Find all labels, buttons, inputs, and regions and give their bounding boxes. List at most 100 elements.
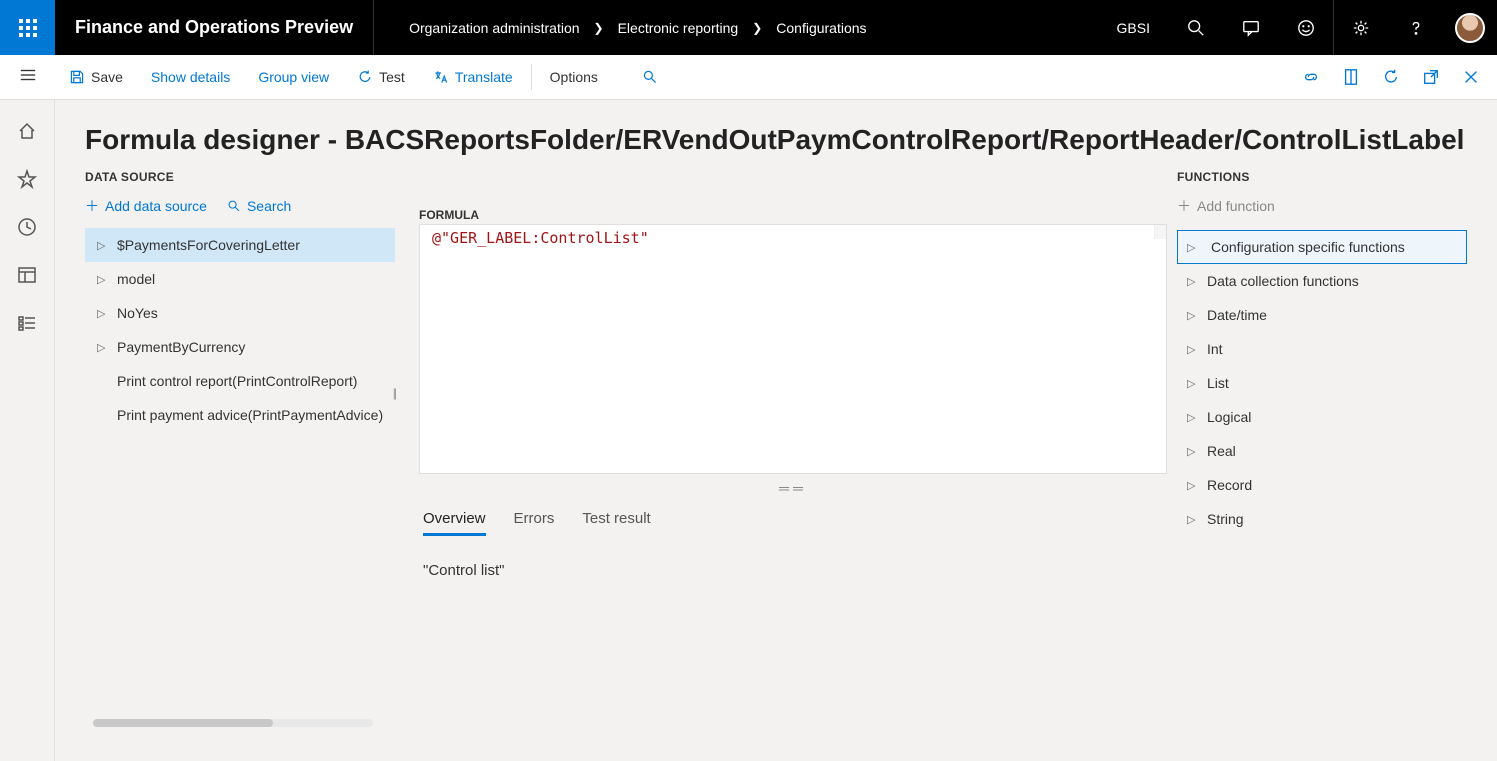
gear-icon	[1352, 19, 1370, 37]
group-view-button[interactable]: Group view	[244, 55, 343, 99]
formula-text: @"GER_LABEL:ControlList"	[420, 225, 1166, 251]
nav-toggle-button[interactable]	[19, 66, 37, 89]
page-title: Formula designer - BACSReportsFolder/ERV…	[85, 124, 1467, 156]
hamburger-icon	[19, 66, 37, 84]
user-avatar[interactable]	[1455, 13, 1485, 43]
chevron-right-icon: ▷	[1187, 343, 1197, 356]
modules-icon	[17, 313, 37, 333]
tree-item[interactable]: ▷model	[85, 262, 395, 296]
editor-gutter	[1154, 225, 1166, 239]
refresh-icon	[1382, 68, 1400, 86]
chevron-right-icon: ▷	[1187, 479, 1197, 492]
clock-icon	[17, 217, 37, 237]
horizontal-scrollbar[interactable]	[93, 719, 373, 727]
refresh-page-button[interactable]	[1371, 57, 1411, 97]
tree-item[interactable]: ▷Print payment advice(PrintPaymentAdvice…	[85, 398, 395, 432]
chevron-right-icon: ▷	[97, 307, 107, 320]
attach-button[interactable]	[1291, 57, 1331, 97]
save-label: Save	[91, 69, 123, 85]
tab-overview[interactable]: Overview	[423, 504, 486, 536]
test-button[interactable]: Test	[343, 55, 419, 99]
tree-item[interactable]: ▷$PaymentsForCoveringLetter	[85, 228, 395, 262]
workspace-icon	[17, 265, 37, 285]
search-data-source-button[interactable]: Search	[227, 196, 291, 216]
app-launcher-button[interactable]	[0, 0, 55, 55]
function-category[interactable]: ▷Data collection functions	[1177, 264, 1467, 298]
result-tabs: Overview Errors Test result	[419, 504, 1167, 536]
breadcrumb: Organization administration ❯ Electronic…	[374, 0, 866, 55]
tree-item[interactable]: ▷PaymentByCurrency	[85, 330, 395, 364]
breadcrumb-item[interactable]: Electronic reporting	[618, 20, 739, 36]
home-icon	[17, 121, 37, 141]
function-category[interactable]: ▷Date/time	[1177, 298, 1467, 332]
translate-button[interactable]: Translate	[419, 55, 527, 99]
chevron-right-icon: ▷	[97, 239, 107, 252]
company-label[interactable]: GBSI	[1099, 20, 1168, 36]
options-button[interactable]: Options	[536, 55, 612, 99]
data-source-panel: DATA SOURCE ＋ Add data source Search ▷$P…	[85, 166, 395, 733]
top-bar: Finance and Operations Preview Organizat…	[0, 0, 1497, 55]
page-button[interactable]	[1331, 57, 1371, 97]
add-data-source-button[interactable]: ＋ Add data source	[85, 196, 207, 216]
popout-button[interactable]	[1411, 57, 1451, 97]
star-icon	[17, 169, 37, 189]
search-button[interactable]	[1168, 0, 1223, 55]
page-icon	[1342, 68, 1360, 86]
messages-button[interactable]	[1223, 0, 1278, 55]
topbar-right: GBSI	[1099, 0, 1497, 55]
plus-icon: ＋	[1177, 196, 1191, 216]
function-category[interactable]: ▷Logical	[1177, 400, 1467, 434]
nav-workspaces[interactable]	[16, 264, 38, 286]
breadcrumb-item[interactable]: Configurations	[776, 20, 866, 36]
vertical-splitter[interactable]: ══	[419, 480, 1167, 496]
chevron-right-icon: ▷	[1187, 445, 1197, 458]
close-button[interactable]	[1451, 57, 1491, 97]
functions-heading: FUNCTIONS	[1177, 170, 1467, 184]
settings-button[interactable]	[1333, 0, 1388, 55]
popout-icon	[1422, 68, 1440, 86]
app-title: Finance and Operations Preview	[55, 0, 374, 55]
formula-editor[interactable]: @"GER_LABEL:ControlList"	[419, 224, 1167, 474]
data-source-heading: DATA SOURCE	[85, 170, 395, 184]
function-category[interactable]: ▷Configuration specific functions	[1177, 230, 1467, 264]
show-details-button[interactable]: Show details	[137, 55, 244, 99]
refresh-icon	[357, 69, 373, 85]
chevron-right-icon: ❯	[594, 21, 604, 35]
nav-home[interactable]	[16, 120, 38, 142]
function-category[interactable]: ▷String	[1177, 502, 1467, 536]
formula-panel: FORMULA @"GER_LABEL:ControlList" ══ Over…	[395, 166, 1167, 733]
add-function-button: ＋ Add function	[1177, 196, 1467, 216]
function-category[interactable]: ▷List	[1177, 366, 1467, 400]
nav-modules[interactable]	[16, 312, 38, 334]
plus-icon: ＋	[85, 196, 99, 216]
chevron-right-icon: ▷	[1187, 241, 1197, 254]
workspace: Formula designer - BACSReportsFolder/ERV…	[55, 100, 1497, 761]
close-icon	[1462, 68, 1480, 86]
tab-test-result[interactable]: Test result	[582, 504, 650, 536]
tab-errors[interactable]: Errors	[514, 504, 555, 536]
translate-icon	[433, 69, 449, 85]
chevron-right-icon: ▷	[1187, 411, 1197, 424]
save-button[interactable]: Save	[55, 55, 137, 99]
search-icon	[227, 199, 241, 213]
breadcrumb-item[interactable]: Organization administration	[409, 20, 579, 36]
function-category[interactable]: ▷Int	[1177, 332, 1467, 366]
nav-recent[interactable]	[16, 216, 38, 238]
left-nav-rail	[0, 100, 55, 761]
chevron-right-icon: ▷	[1187, 309, 1197, 322]
feedback-button[interactable]	[1278, 0, 1333, 55]
function-category[interactable]: ▷Record	[1177, 468, 1467, 502]
chevron-right-icon: ▷	[1187, 377, 1197, 390]
help-button[interactable]	[1388, 0, 1443, 55]
chat-icon	[1242, 19, 1260, 37]
smile-icon	[1297, 19, 1315, 37]
waffle-icon	[18, 18, 38, 38]
tree-item[interactable]: ▷NoYes	[85, 296, 395, 330]
actionbar-right	[1291, 57, 1497, 97]
nav-favorites[interactable]	[16, 168, 38, 190]
link-icon	[1302, 68, 1320, 86]
find-button[interactable]	[612, 55, 672, 99]
chevron-right-icon: ▷	[97, 341, 107, 354]
tree-item[interactable]: ▷Print control report(PrintControlReport…	[85, 364, 395, 398]
function-category[interactable]: ▷Real	[1177, 434, 1467, 468]
